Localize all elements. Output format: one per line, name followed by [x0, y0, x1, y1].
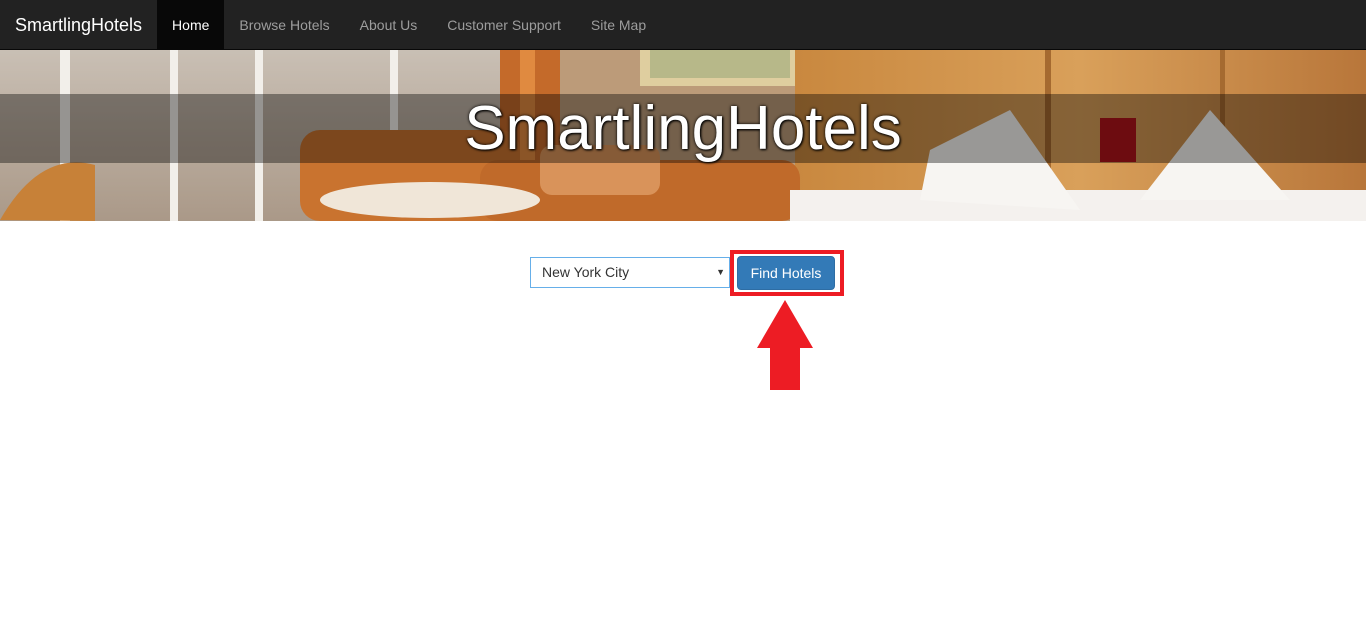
nav-item-customer-support[interactable]: Customer Support	[432, 0, 576, 49]
find-hotels-button[interactable]: Find Hotels	[737, 256, 835, 290]
annotation-arrow-up-icon	[757, 300, 813, 390]
hero-banner: SmartlingHotels	[0, 50, 1366, 221]
top-navbar: SmartlingHotels Home Browse Hotels About…	[0, 0, 1366, 50]
nav-item-home[interactable]: Home	[157, 0, 225, 49]
brand-link[interactable]: SmartlingHotels	[0, 0, 157, 49]
nav-item-site-map[interactable]: Site Map	[576, 0, 661, 49]
caret-down-icon: ▼	[716, 267, 725, 277]
hero-title: SmartlingHotels	[464, 94, 902, 163]
city-select-value: New York City	[542, 264, 630, 280]
nav-item-about-us[interactable]: About Us	[345, 0, 433, 49]
hotel-search-form: New York City ▼	[530, 257, 730, 288]
nav-item-browse-hotels[interactable]: Browse Hotels	[224, 0, 344, 49]
city-select[interactable]: New York City ▼	[530, 257, 730, 288]
